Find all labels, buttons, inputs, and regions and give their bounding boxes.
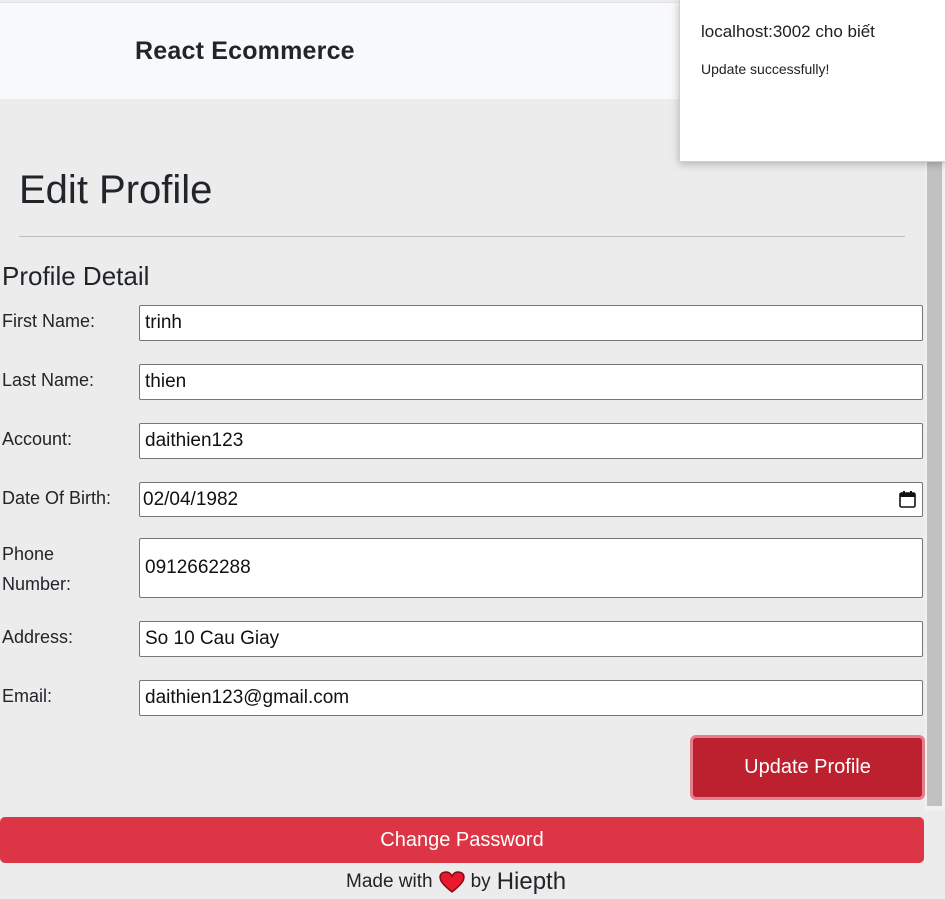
first-name-label: First Name:: [2, 311, 96, 331]
footer-made-with: Made with: [346, 870, 433, 892]
dob-input[interactable]: 02/04/1982: [139, 482, 923, 517]
email-input[interactable]: daithien123@gmail.com: [139, 680, 923, 716]
dialog-title: localhost:3002 cho biết: [701, 22, 875, 41]
phone-value: 0912662288: [145, 557, 251, 578]
phone-label-line2: Number:: [2, 574, 72, 594]
scrollbar-thumb[interactable]: [927, 100, 942, 806]
footer-by: by: [470, 870, 491, 892]
account-label: Account:: [2, 429, 73, 449]
last-name-value: thien: [145, 371, 187, 392]
dialog-message: Update successfully!: [701, 61, 830, 77]
address-input[interactable]: So 10 Cau Giay: [139, 621, 923, 657]
phone-input[interactable]: 0912662288: [139, 538, 923, 598]
last-name-label: Last Name:: [2, 370, 95, 390]
section-title: Profile Detail: [2, 261, 150, 291]
account-input[interactable]: daithien123: [139, 423, 923, 459]
footer-author[interactable]: Hiepth: [497, 868, 566, 896]
dob-label: Date Of Birth:: [2, 488, 112, 508]
page-title: Edit Profile: [19, 168, 213, 212]
account-value: daithien123: [145, 430, 244, 451]
divider: [19, 236, 905, 237]
dob-value: 02/04/1982: [143, 488, 239, 510]
phone-label: Phone Number:: [2, 539, 134, 599]
heart-icon: [438, 870, 465, 893]
last-name-input[interactable]: thien: [139, 364, 923, 400]
alert-dialog: localhost:3002 cho biết Update successfu…: [679, 0, 945, 162]
address-label: Address:: [2, 627, 74, 647]
first-name-input[interactable]: trinh: [139, 305, 923, 341]
change-password-button[interactable]: Change Password: [0, 817, 924, 863]
calendar-icon[interactable]: [899, 491, 916, 508]
address-value: So 10 Cau Giay: [145, 628, 280, 649]
footer: Made with by Hiepth: [346, 868, 566, 895]
navbar-brand[interactable]: React Ecommerce: [135, 37, 355, 66]
email-label: Email:: [2, 686, 53, 706]
email-value: daithien123@gmail.com: [145, 687, 350, 708]
phone-label-line1: Phone: [2, 544, 55, 564]
update-profile-button[interactable]: Update Profile: [690, 735, 925, 800]
first-name-value: trinh: [145, 312, 182, 333]
